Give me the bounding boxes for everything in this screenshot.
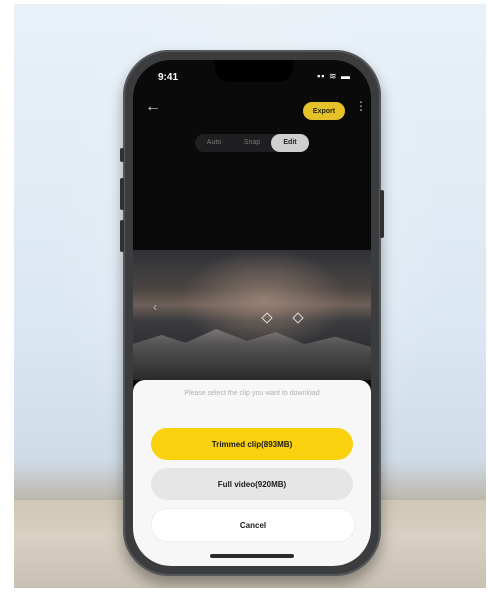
volume-up-button xyxy=(120,178,124,210)
cancel-button[interactable]: Cancel xyxy=(151,508,355,542)
volume-down-button xyxy=(120,220,124,252)
mode-switcher: Auto Snap Edit xyxy=(195,134,309,152)
power-button xyxy=(380,190,384,238)
trimmed-clip-button[interactable]: Trimmed clip(893MB) xyxy=(151,428,353,460)
background-scene: 9:41 ▪▪ ≋ ▬ ← Export ⋮ Auto Snap Edit ‹ … xyxy=(14,4,486,588)
export-button[interactable]: Export xyxy=(303,102,345,120)
download-sheet: Please select the clip you want to downl… xyxy=(133,380,371,566)
phone-frame: 9:41 ▪▪ ≋ ▬ ← Export ⋮ Auto Snap Edit ‹ … xyxy=(120,50,384,576)
status-time: 9:41 xyxy=(158,72,179,83)
mute-switch xyxy=(120,148,124,162)
download-prompt: Please select the clip you want to downl… xyxy=(184,390,320,397)
mode-auto[interactable]: Auto xyxy=(195,134,233,152)
keyframe-marker-icon[interactable] xyxy=(261,312,273,324)
mountain-scene xyxy=(133,329,371,380)
phone-screen: 9:41 ▪▪ ≋ ▬ ← Export ⋮ Auto Snap Edit ‹ … xyxy=(133,60,371,566)
full-video-button[interactable]: Full video(920MB) xyxy=(151,468,353,500)
notch xyxy=(215,60,293,82)
more-options-icon[interactable]: ⋮ xyxy=(355,100,367,112)
chevron-left-icon[interactable]: ‹ xyxy=(153,300,157,314)
status-icons: ▪▪ ≋ ▬ xyxy=(317,71,351,81)
back-arrow-icon[interactable]: ← xyxy=(145,98,161,116)
mode-snap[interactable]: Snap xyxy=(233,134,271,152)
home-indicator xyxy=(210,554,294,558)
keyframe-marker-icon[interactable] xyxy=(292,312,304,324)
video-preview[interactable]: ‹ xyxy=(133,250,371,380)
mode-edit[interactable]: Edit xyxy=(271,134,309,152)
